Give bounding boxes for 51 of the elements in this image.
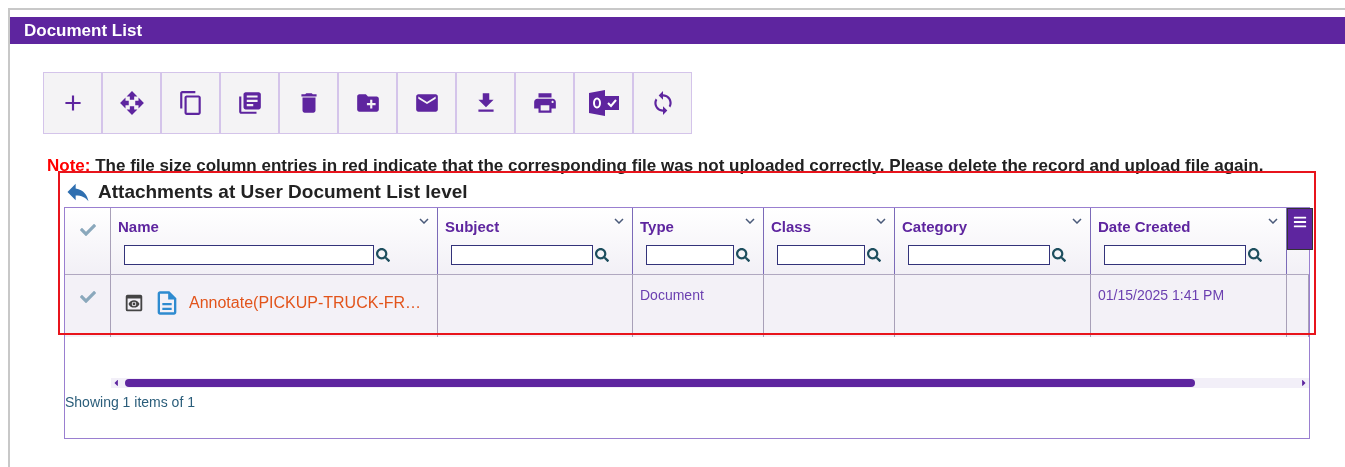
note-text: Note: The file size column entries in red indicate that the corresponding file was not uploaded correctly. Please delete the record and upload file again. — [47, 155, 1265, 177]
new-folder-button[interactable] — [338, 72, 397, 134]
email-button[interactable] — [397, 72, 456, 134]
panel-title: Document List — [10, 17, 1345, 44]
copy-icon — [177, 90, 204, 116]
move-icon — [118, 90, 145, 116]
grid-title: Attachments at User Document List level — [98, 181, 468, 203]
chevron-icon[interactable] — [614, 218, 624, 224]
search-icon[interactable] — [736, 248, 750, 262]
chevron-icon[interactable] — [745, 218, 755, 224]
column-header[interactable]: Class — [771, 218, 888, 235]
column-menu-button[interactable] — [1287, 208, 1313, 250]
row-checkmark-icon[interactable] — [79, 289, 96, 305]
refresh-button[interactable] — [633, 72, 692, 134]
column-header[interactable]: Subject — [445, 218, 626, 235]
preview-icon[interactable] — [123, 292, 145, 314]
copy-button[interactable] — [161, 72, 220, 134]
search-icon[interactable] — [1052, 248, 1066, 262]
search-icon[interactable] — [867, 248, 881, 262]
documents-button[interactable] — [220, 72, 279, 134]
table-cell: 01/15/2025 1:41 PM — [1098, 287, 1225, 303]
print-button[interactable] — [515, 72, 574, 134]
mail-app-icon — [588, 90, 619, 116]
filter-field[interactable] — [451, 245, 593, 265]
chevron-icon[interactable] — [1072, 218, 1082, 224]
filter-field[interactable] — [777, 245, 865, 265]
search-icon[interactable] — [1248, 248, 1262, 262]
filter-field[interactable] — [1104, 245, 1246, 265]
horizontal-scrollbar[interactable] — [111, 378, 1309, 388]
column-header[interactable]: Date Created — [1098, 218, 1280, 235]
pager-info: Showing 1 items of 1 — [65, 394, 196, 410]
column-header[interactable]: Category — [902, 218, 1084, 235]
chevron-icon[interactable] — [876, 218, 886, 224]
chevron-icon[interactable] — [419, 218, 429, 224]
table-cell: Document — [640, 287, 704, 303]
download-button[interactable] — [456, 72, 515, 134]
search-icon[interactable] — [595, 248, 609, 262]
search-icon[interactable] — [376, 248, 390, 262]
filter-field[interactable] — [646, 245, 734, 265]
chevron-icon[interactable] — [1268, 218, 1278, 224]
column-header[interactable]: Type — [640, 218, 757, 235]
print-icon — [531, 90, 558, 116]
mail-app-button[interactable] — [574, 72, 633, 134]
delete-button[interactable] — [279, 72, 338, 134]
column-header[interactable]: Name — [118, 218, 431, 235]
select-all-checkmark-icon[interactable] — [79, 222, 96, 238]
menu-icon — [1293, 215, 1307, 229]
documents-icon — [236, 90, 263, 116]
move-button[interactable] — [102, 72, 161, 134]
filter-field[interactable] — [908, 245, 1050, 265]
filter-field[interactable] — [124, 245, 374, 265]
